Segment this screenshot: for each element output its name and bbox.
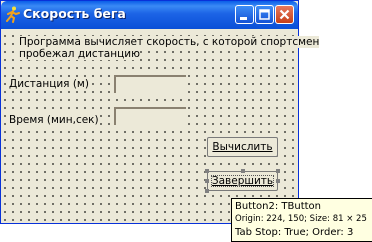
- distance-input[interactable]: [114, 75, 186, 93]
- description-label-line2: пробежал дистанцию: [19, 48, 140, 60]
- description-label-line1: Программа вычисляет скорость, с которой …: [19, 36, 320, 48]
- hint-line-tab-order: Tab Stop: True; Order: 3: [235, 227, 354, 238]
- hint-line-component: Button2: TButton: [235, 201, 322, 212]
- selection-handle-middle-right[interactable]: [276, 179, 280, 183]
- time-input[interactable]: [114, 107, 186, 125]
- form-window: Скорость бега Программа вычисляет скорос…: [0, 0, 320, 224]
- title-bar[interactable]: Скорость бега: [1, 1, 298, 29]
- close-button[interactable]: [275, 5, 294, 24]
- selection-handle-bottom-left[interactable]: [205, 189, 209, 193]
- compute-button[interactable]: Вычислить: [207, 137, 278, 157]
- hint-line-origin-size: Origin: 224, 150; Size: 81 × 25: [235, 214, 367, 224]
- selection-handle-top-left[interactable]: [205, 169, 209, 173]
- form-client-area: Программа вычисляет скорость, с которой …: [1, 29, 320, 223]
- window-title: Скорость бега: [23, 6, 126, 21]
- selection-handle-middle-left[interactable]: [205, 179, 209, 183]
- maximize-button[interactable]: [255, 5, 274, 24]
- selection-handle-top-right[interactable]: [276, 169, 280, 173]
- component-hint-tooltip: Button2: TButton Origin: 224, 150; Size:…: [231, 198, 372, 242]
- time-label: Время (мин,сек): [9, 114, 99, 126]
- running-man-icon: [5, 6, 21, 23]
- minimize-button[interactable]: [235, 5, 254, 24]
- finish-button[interactable]: Завершить: [207, 171, 278, 191]
- distance-label: Дистанция (м): [9, 78, 89, 90]
- selection-handle-top-middle[interactable]: [241, 169, 245, 173]
